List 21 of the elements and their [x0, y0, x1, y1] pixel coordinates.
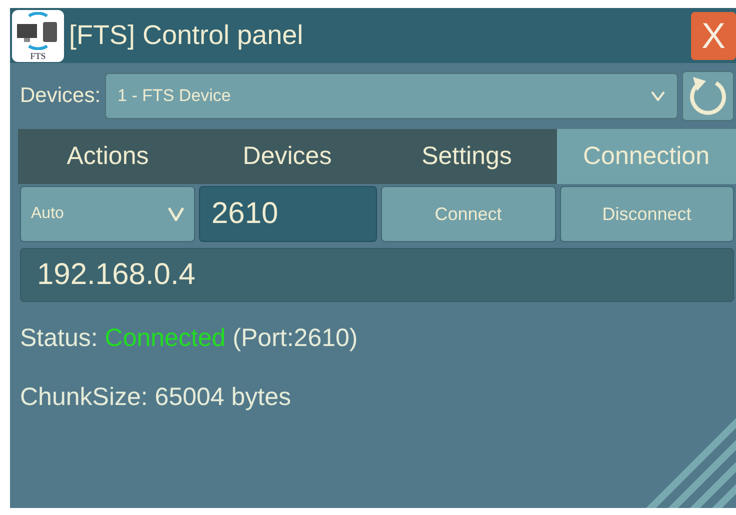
status-text: Status: Connected (Port:2610) [20, 324, 359, 353]
close-button[interactable]: X [691, 12, 736, 60]
tab[interactable]: Connection [556, 129, 736, 184]
tab[interactable]: Actions [18, 129, 198, 184]
logo-text: FTS [29, 50, 47, 60]
refresh-icon [688, 75, 728, 117]
disconnect-button[interactable]: Disconnect [560, 186, 734, 242]
devices-label: Devices: [20, 84, 101, 108]
refresh-button[interactable] [682, 71, 734, 121]
tab[interactable]: Settings [377, 129, 556, 184]
window-title: [FTS] Control panel [69, 20, 304, 51]
resize-handle-icon [646, 418, 736, 508]
chevron-down-icon [168, 207, 184, 221]
tab[interactable]: Devices [198, 129, 377, 184]
connect-button[interactable]: Connect [381, 186, 556, 242]
address-field[interactable]: 192.168.0.4 [20, 248, 734, 302]
chunk-size-text: ChunkSize: 65004 bytes [20, 383, 292, 412]
device-dropdown[interactable]: 1 - FTS Device [104, 73, 678, 119]
port-field[interactable]: 2610 [198, 186, 377, 242]
chevron-down-icon [651, 91, 665, 101]
mode-dropdown[interactable]: Auto [20, 186, 194, 242]
